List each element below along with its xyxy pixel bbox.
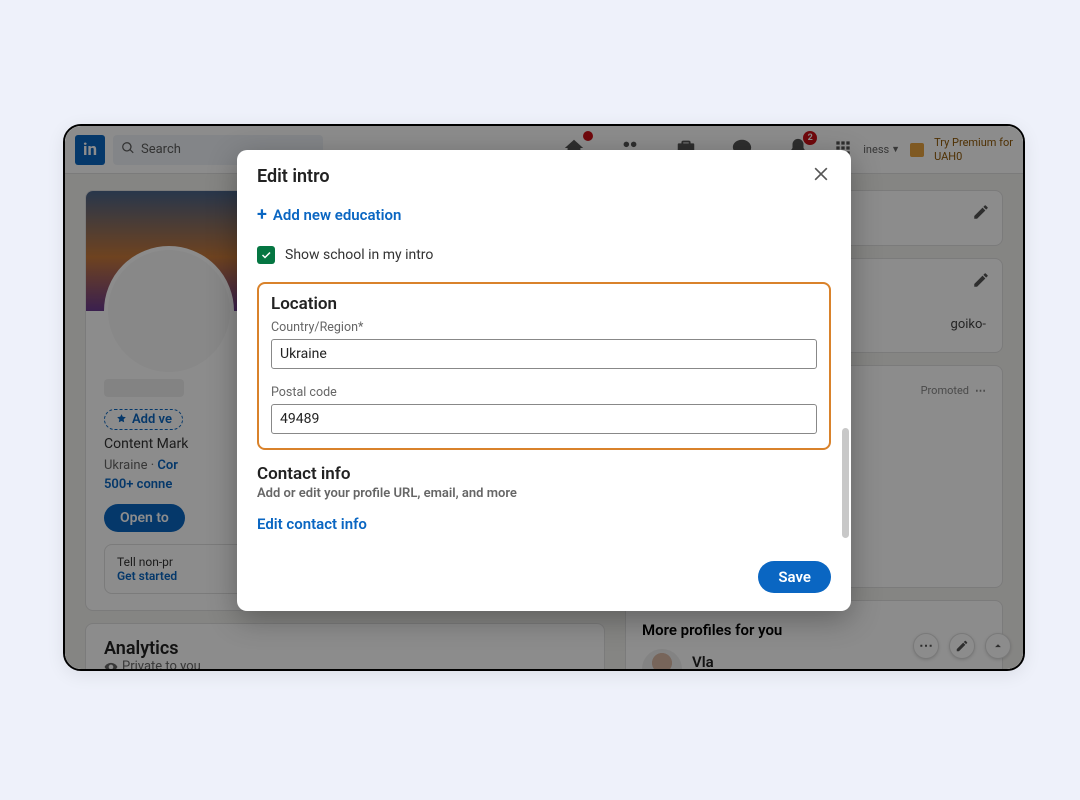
modal-body: + Add new education Show school in my in…: [237, 198, 851, 551]
country-label: Country/Region*: [271, 320, 817, 335]
device-frame: in Search: [63, 124, 1025, 671]
modal-overlay[interactable]: Edit intro + Add new education Show s: [65, 126, 1023, 669]
show-school-checkbox-row[interactable]: Show school in my intro: [257, 240, 831, 282]
location-section-highlight: Location Country/Region* Postal code: [257, 282, 831, 450]
postal-label: Postal code: [271, 385, 817, 400]
linkedin-app: in Search: [65, 126, 1023, 669]
add-education-button[interactable]: + Add new education: [257, 202, 401, 240]
scrollbar-thumb[interactable]: [842, 428, 849, 538]
modal-title: Edit intro: [257, 166, 330, 187]
modal-header: Edit intro: [237, 150, 851, 198]
plus-icon: +: [257, 206, 267, 224]
edit-intro-modal: Edit intro + Add new education Show s: [237, 150, 851, 611]
contact-subtext: Add or edit your profile URL, email, and…: [257, 486, 831, 501]
edit-contact-info-link[interactable]: Edit contact info: [257, 501, 367, 539]
location-heading: Location: [271, 294, 817, 314]
modal-footer: Save: [237, 551, 851, 611]
country-region-input[interactable]: [271, 339, 817, 369]
show-school-label: Show school in my intro: [285, 247, 433, 263]
postal-code-input[interactable]: [271, 404, 817, 434]
save-button[interactable]: Save: [758, 561, 831, 593]
contact-info-section: Contact info Add or edit your profile UR…: [257, 450, 831, 543]
close-icon[interactable]: [811, 164, 831, 188]
contact-heading: Contact info: [257, 464, 831, 484]
checkbox-checked-icon[interactable]: [257, 246, 275, 264]
